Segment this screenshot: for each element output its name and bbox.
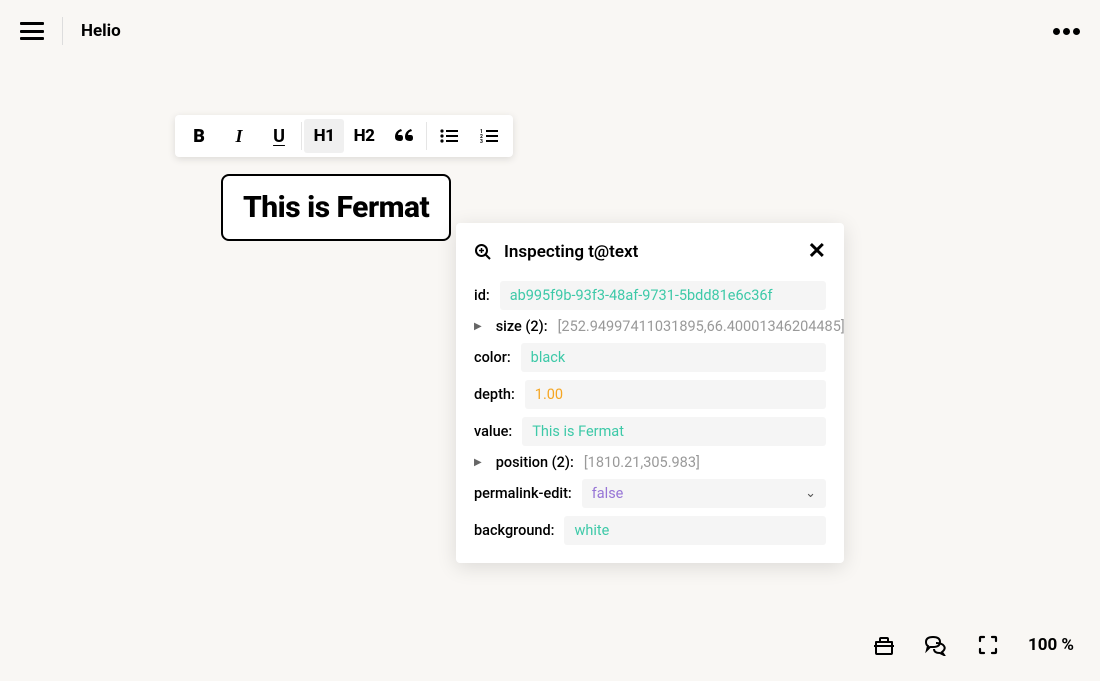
prop-value[interactable]: This is Fermat [522,417,826,446]
bullet-list-button[interactable] [429,119,469,153]
fullscreen-icon[interactable] [976,633,1000,657]
more-icon[interactable] [1053,28,1080,35]
text-card-content: This is Fermat [243,190,429,225]
h1-button[interactable]: H1 [304,119,344,153]
prop-size[interactable]: ▶ size (2): [252.94997411031895,66.40001… [466,314,834,339]
prop-label: permalink-edit: [474,485,572,502]
header-left: Helio [20,17,121,45]
svg-text:3: 3 [480,139,483,143]
toolbar-separator [426,122,427,150]
bold-button[interactable]: B [179,119,219,153]
h2-button[interactable]: H2 [344,119,384,153]
prop-value[interactable]: white [564,516,826,545]
prop-value[interactable]: black [521,343,826,372]
expand-icon[interactable]: ▶ [474,321,482,332]
chevron-down-icon: ⌄ [805,486,816,501]
prop-label: value: [474,423,512,440]
prop-value: [1810.21,305.983] [584,454,700,471]
header: Helio [0,0,1100,62]
text-format-toolbar: B I U H1 H2 123 [175,115,513,157]
bottom-bar: 100 % [872,633,1074,657]
prop-label: depth: [474,386,515,403]
inspector-header: Inspecting t@text ✕ [466,237,834,277]
quote-button[interactable] [384,119,424,153]
inspector-panel: Inspecting t@text ✕ id: ab995f9b-93f3-48… [456,223,844,563]
underline-button[interactable]: U [259,119,299,153]
close-icon[interactable]: ✕ [808,241,826,263]
prop-label: position (2): [496,454,574,471]
prop-permalink-edit: permalink-edit: false ⌄ [466,475,834,512]
text-card[interactable]: This is Fermat [221,174,451,241]
menu-icon[interactable] [20,22,44,40]
toolbox-icon[interactable] [872,633,896,657]
prop-label: id: [474,287,490,304]
prop-value[interactable]: 1.00 [525,380,826,409]
prop-value-select[interactable]: false ⌄ [582,479,826,508]
app-title: Helio [81,21,121,41]
prop-background: background: white [466,512,834,549]
numbered-list-button[interactable]: 123 [469,119,509,153]
prop-value[interactable]: ab995f9b-93f3-48af-9731-5bdd81e6c36f [500,281,826,310]
expand-icon[interactable]: ▶ [474,457,482,468]
prop-label: color: [474,349,511,366]
header-divider [62,17,63,45]
prop-label: background: [474,522,554,539]
magnify-icon [474,243,492,261]
toolbar-separator [301,122,302,150]
inspector-title: Inspecting t@text [504,242,638,262]
prop-value: value: This is Fermat [466,413,834,450]
prop-label: size (2): [496,318,548,335]
prop-position[interactable]: ▶ position (2): [1810.21,305.983] [466,450,834,475]
chat-icon[interactable] [924,633,948,657]
prop-depth: depth: 1.00 [466,376,834,413]
prop-id: id: ab995f9b-93f3-48af-9731-5bdd81e6c36f [466,277,834,314]
zoom-level[interactable]: 100 % [1028,635,1074,655]
italic-button[interactable]: I [219,119,259,153]
prop-color: color: black [466,339,834,376]
prop-value: [252.94997411031895,66.40001346204485] [558,318,845,335]
